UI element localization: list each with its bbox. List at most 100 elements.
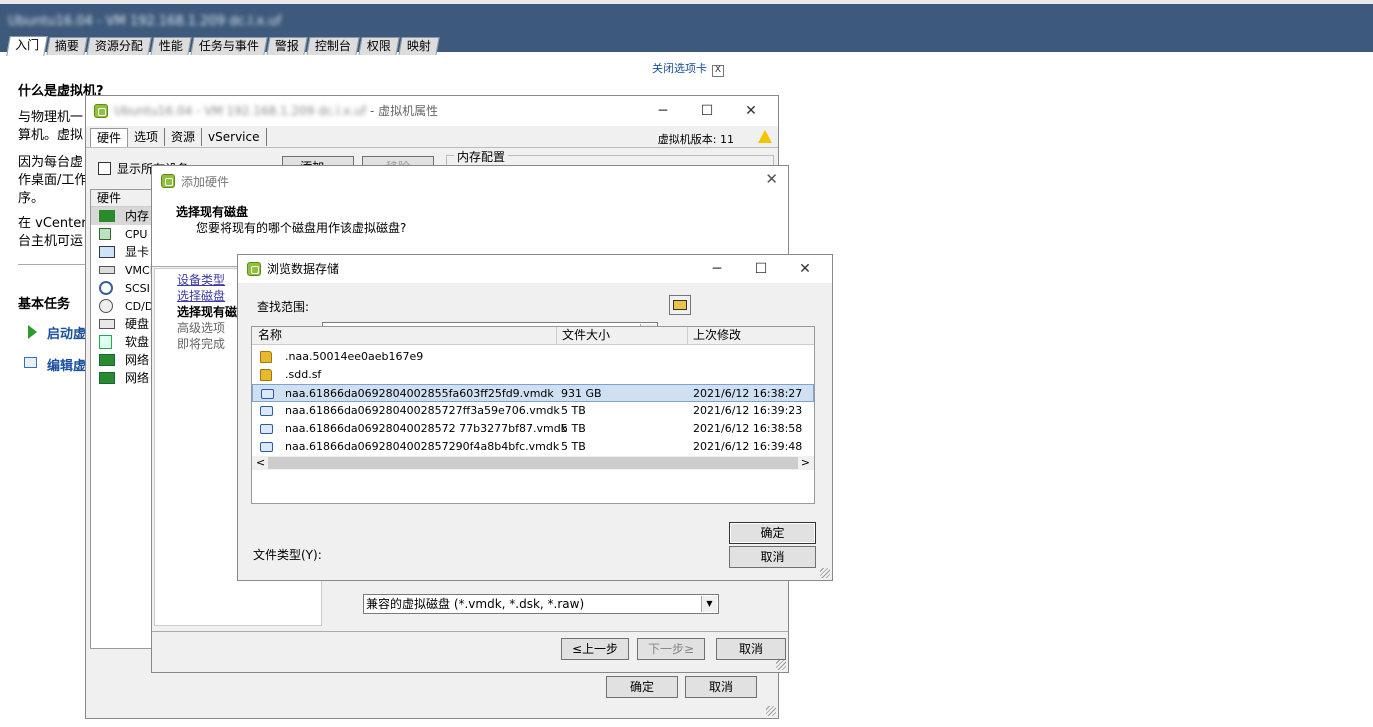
close-icon[interactable]: ✕ [765, 170, 778, 188]
tab-hardware[interactable]: 硬件 [90, 128, 129, 147]
chevron-right-icon[interactable]: > [801, 456, 810, 470]
horizontal-scrollbar[interactable]: < > [252, 456, 814, 470]
tab-console[interactable]: 控制台 [306, 37, 360, 55]
disk-icon [260, 406, 273, 416]
disk-icon [260, 424, 273, 434]
close-icon[interactable]: X [712, 65, 724, 77]
step-select-disk[interactable]: 选择磁盘 [177, 287, 225, 304]
maximize-icon[interactable]: ☐ [686, 96, 728, 126]
file-row[interactable]: naa.61866da06928040028572 77b3277bf87.vm… [252, 420, 814, 438]
browse-datastore-dialog: 浏览数据存储 ─ ☐ ✕ 查找范围: datastore▼ 名称 文件大小 上次… [237, 254, 833, 614]
file-list-header: 名称 文件大小 上次修改 [252, 327, 814, 345]
column-name[interactable]: 名称 [258, 327, 282, 344]
cancel-button[interactable]: 取消 [729, 546, 816, 568]
resize-grip[interactable] [776, 660, 786, 670]
minimize-icon[interactable]: ─ [696, 255, 738, 283]
filetype-dropdown[interactable]: 兼容的虚拟磁盘 (*.vmdk, *.dsk, *.raw) ▼ [363, 594, 719, 614]
memory-config-label: 内存配置 [454, 148, 509, 165]
file-row[interactable]: .naa.50014ee0aeb167e9 [252, 348, 814, 366]
body-text: 序。 [18, 191, 45, 206]
folder-icon [260, 351, 272, 363]
file-row[interactable]: naa.61866da069280400285727ff3a59e706.vmd… [252, 402, 814, 420]
ok-button[interactable]: 确定 [606, 676, 678, 698]
network-icon [99, 354, 115, 366]
vm-title-blurred: Ubuntu16.04 - VM 192.168.1.209 dc.l.x.uf [8, 14, 282, 29]
network-icon [99, 372, 115, 384]
hardware-item-vmci[interactable]: VMCI [91, 261, 153, 279]
hardware-item-video[interactable]: 显卡 [91, 243, 153, 261]
vm-icon [161, 174, 175, 188]
cancel-button[interactable]: 取消 [685, 676, 757, 698]
show-all-devices-checkbox[interactable] [98, 162, 111, 175]
body-text: 在 vCenter [18, 216, 87, 231]
column-modified[interactable]: 上次修改 [687, 327, 741, 344]
floppy-icon [99, 335, 112, 349]
body-text: 因为每台虚 [18, 155, 84, 170]
body-text: 作桌面/工作 [18, 173, 88, 188]
add-hardware-title: 添加硬件 [181, 175, 230, 189]
hardware-item-floppy[interactable]: 软盘 [91, 333, 153, 351]
up-folder-icon [673, 300, 687, 310]
tab-permissions[interactable]: 权限 [358, 37, 400, 55]
scsi-icon [99, 281, 113, 295]
tab-getting-started[interactable]: 入门 [6, 36, 48, 56]
memory-icon [99, 210, 115, 222]
resize-grip[interactable] [820, 568, 830, 578]
column-size[interactable]: 文件大小 [556, 327, 610, 344]
divider [152, 631, 788, 632]
divider [86, 147, 778, 148]
tab-maps[interactable]: 映射 [398, 37, 440, 55]
maximize-icon[interactable]: ☐ [740, 255, 782, 283]
tab-performance[interactable]: 性能 [150, 37, 192, 55]
divider [18, 264, 88, 265]
back-button[interactable]: ≤上一步 [561, 638, 629, 660]
close-icon[interactable]: ✕ [730, 96, 772, 126]
tab-resources[interactable]: 资源 [165, 128, 203, 146]
browse-titlebar: 浏览数据存储 ─ ☐ ✕ [238, 255, 832, 283]
vm-version: 虚拟机版本: 11 [657, 133, 734, 146]
add-hardware-header: 添加硬件 ✕ 选择现有磁盘 您要将现有的哪个磁盘用作该虚拟磁盘? [152, 166, 788, 266]
tab-resource-allocation[interactable]: 资源分配 [86, 37, 152, 55]
chevron-down-icon: ▼ [701, 596, 717, 612]
hardware-item-memory[interactable]: 内存 [91, 207, 153, 225]
resize-grip[interactable] [766, 706, 776, 716]
minimize-icon[interactable]: ─ [642, 96, 684, 126]
step-ready-complete: 即将完成 [177, 337, 226, 351]
vm-props-tabs: 硬件 选项 资源 vService [90, 128, 267, 147]
scrollbar-thumb[interactable] [268, 457, 798, 469]
step-advanced-options: 高级选项 [177, 321, 226, 335]
harddisk-icon [99, 319, 115, 329]
file-row-selected[interactable]: naa.61866da0692804002855fa603ff25fd9.vmd… [252, 384, 814, 402]
hardware-item-scsi[interactable]: SCSI [91, 279, 153, 297]
tab-tasks-events[interactable]: 任务与事件 [190, 37, 268, 55]
vm-properties-title: - 虚拟机属性 [366, 104, 439, 118]
hardware-item-harddisk[interactable]: 硬盘 [91, 315, 153, 333]
hardware-item-network-1[interactable]: 网络 [91, 351, 153, 369]
file-row[interactable]: naa.61866da0692804002857290f4a8b4bfc.vmd… [252, 438, 814, 456]
vm-icon [94, 104, 108, 118]
tab-summary[interactable]: 摘要 [46, 37, 88, 55]
hardware-item-cd[interactable]: CD/DV [91, 297, 161, 315]
step-device-type[interactable]: 设备类型 [177, 271, 225, 288]
up-folder-button[interactable] [669, 295, 691, 315]
cd-icon [99, 299, 113, 313]
chevron-left-icon[interactable]: < [256, 456, 265, 470]
close-icon[interactable]: ✕ [784, 255, 826, 283]
ok-button[interactable]: 确定 [729, 522, 816, 544]
tab-alarms[interactable]: 警报 [266, 37, 308, 55]
basic-tasks-heading: 基本任务 [18, 297, 71, 312]
cancel-button[interactable]: 取消 [716, 638, 786, 660]
file-row[interactable]: .sdd.sf [252, 366, 814, 384]
body-text: 与物理机一 [18, 110, 84, 125]
tab-options[interactable]: 选项 [128, 128, 166, 146]
hardware-item-network-2[interactable]: 网络 [91, 369, 153, 387]
tab-vservice[interactable]: vService [202, 128, 267, 146]
start-vm-link[interactable]: 启动虚 [47, 323, 86, 342]
edit-vm-link[interactable]: 编辑虚 [47, 355, 86, 374]
next-button[interactable]: 下一步≥ [637, 638, 705, 660]
close-tab-link[interactable]: 关闭选项卡 X [652, 60, 724, 77]
disk-icon [261, 389, 274, 399]
hardware-item-cpu[interactable]: CPU [91, 225, 153, 243]
monitor-icon [99, 246, 115, 258]
main-tabs: 入门 摘要 资源分配 性能 任务与事件 警报 控制台 权限 映射 [6, 36, 440, 56]
